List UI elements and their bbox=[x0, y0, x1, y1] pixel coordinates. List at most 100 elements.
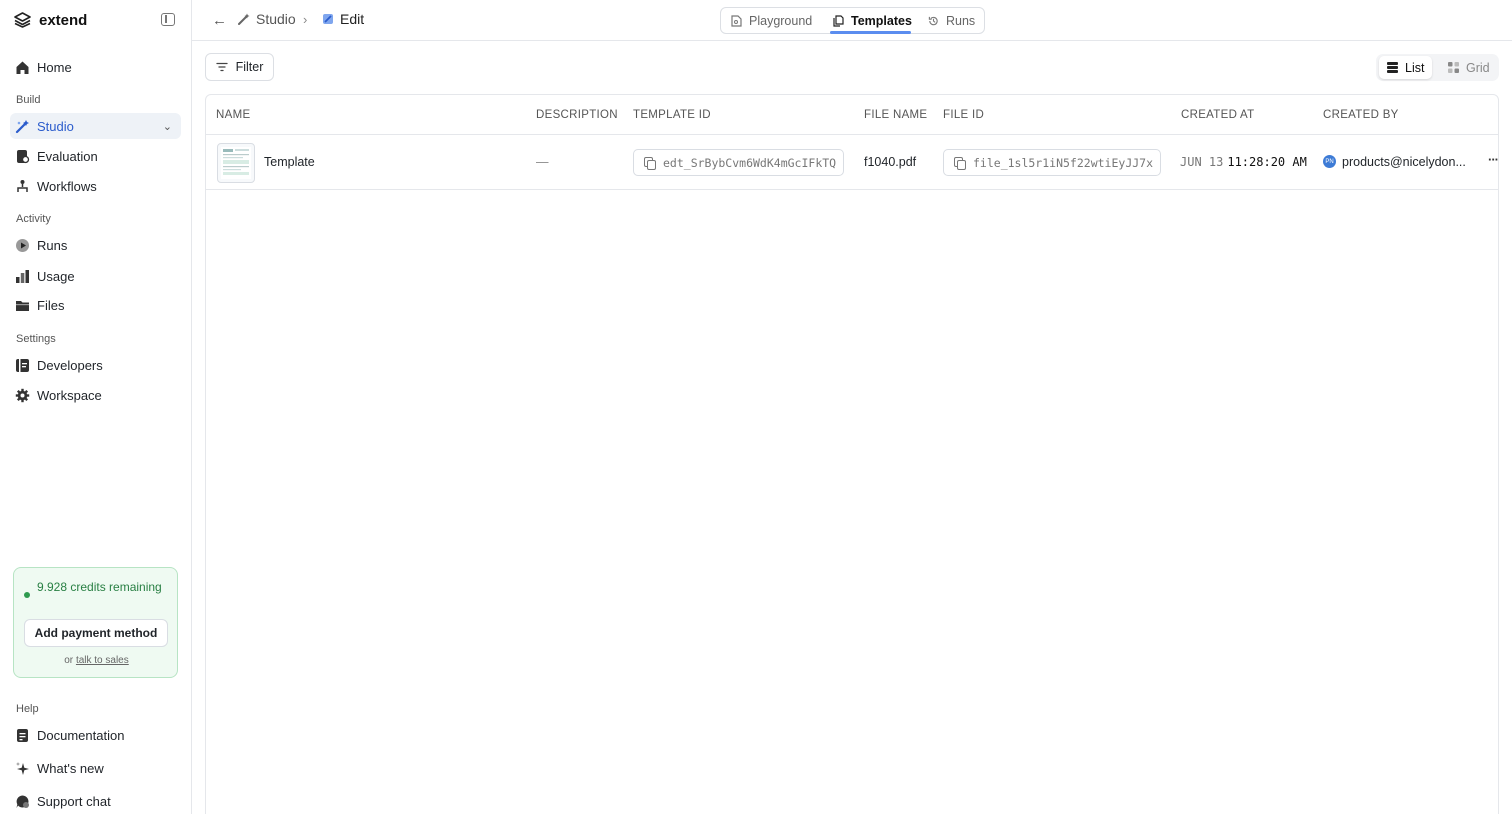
sidebar-item-runs[interactable]: Runs bbox=[10, 232, 181, 258]
created-time: 11:28:20 AM bbox=[1227, 155, 1307, 169]
sidebar-item-evaluation[interactable]: Evaluation bbox=[10, 143, 181, 169]
sidebar-item-documentation[interactable]: Documentation bbox=[10, 722, 181, 748]
column-header-name[interactable]: NAME bbox=[216, 109, 250, 121]
tab-label: Playground bbox=[749, 13, 813, 28]
sidebar-item-whats-new[interactable]: What's new bbox=[10, 755, 181, 781]
sidebar-item-label: Workflows bbox=[37, 178, 97, 194]
table-row[interactable]: Template — edt_SrBybCvm6WdK4mGcIFkTQ f10… bbox=[206, 135, 1498, 190]
sidebar-item-home[interactable]: Home bbox=[10, 54, 181, 80]
history-icon bbox=[928, 16, 938, 25]
grid-icon bbox=[1448, 62, 1459, 73]
runs-play-icon bbox=[16, 238, 29, 252]
documentation-icon bbox=[17, 728, 28, 742]
tab-runs[interactable]: Runs bbox=[928, 8, 975, 33]
sidebar-item-workspace[interactable]: Workspace bbox=[10, 382, 181, 408]
column-header-created-at[interactable]: CREATED AT bbox=[1181, 109, 1255, 121]
collapse-sidebar-icon[interactable] bbox=[161, 13, 175, 26]
add-payment-method-button[interactable]: Add payment method bbox=[24, 619, 168, 647]
sidebar-item-label: Evaluation bbox=[37, 148, 98, 164]
credits-remaining-text: 9.928 credits remaining bbox=[37, 580, 162, 594]
sidebar-item-label: Runs bbox=[37, 237, 68, 253]
section-activity: Activity bbox=[16, 213, 51, 225]
breadcrumb-edit[interactable]: Edit bbox=[322, 11, 364, 27]
file-name: f1040.pdf bbox=[864, 155, 917, 169]
top-bar: ← Studio › Edit Playground Templates Run… bbox=[192, 0, 1512, 41]
tab-templates[interactable]: Templates bbox=[833, 8, 912, 33]
sidebar-item-label: Support chat bbox=[37, 793, 111, 809]
sparkle-icon bbox=[16, 761, 29, 775]
templates-files-icon bbox=[833, 14, 844, 27]
sidebar-item-label: Studio bbox=[37, 118, 74, 134]
copy-icon bbox=[954, 156, 966, 170]
files-folder-icon bbox=[16, 300, 29, 311]
talk-to-sales-line: or talk to sales bbox=[14, 655, 179, 666]
extend-logo-icon bbox=[14, 12, 31, 28]
studio-wand-icon bbox=[238, 13, 250, 25]
filter-button[interactable]: Filter bbox=[205, 53, 274, 81]
section-settings: Settings bbox=[16, 333, 56, 345]
column-header-description[interactable]: DESCRIPTION bbox=[536, 109, 618, 121]
brand-logo[interactable]: extend bbox=[14, 11, 87, 29]
breadcrumb-studio[interactable]: Studio bbox=[238, 11, 296, 27]
tab-label: Templates bbox=[851, 13, 912, 28]
sidebar-item-label: Usage bbox=[37, 268, 75, 284]
credits-status-dot bbox=[24, 592, 30, 598]
sidebar-item-label: Home bbox=[37, 59, 72, 75]
sidebar-item-studio[interactable]: Studio ⌄ bbox=[10, 113, 181, 139]
templates-table: NAME DESCRIPTION TEMPLATE ID FILE NAME F… bbox=[205, 94, 1499, 814]
view-list-button[interactable]: List bbox=[1379, 56, 1433, 79]
sidebar-item-files[interactable]: Files bbox=[10, 292, 181, 318]
view-grid-button[interactable]: Grid bbox=[1440, 56, 1498, 79]
column-header-template-id[interactable]: TEMPLATE ID bbox=[633, 109, 711, 121]
view-tabs: Playground Templates Runs bbox=[720, 7, 985, 34]
template-name[interactable]: Template bbox=[264, 155, 315, 169]
sidebar-item-label: Documentation bbox=[37, 727, 125, 743]
filter-label: Filter bbox=[235, 60, 264, 74]
file-id-value: file_1sl5r1iN5f22wtiEyJJ7x bbox=[973, 155, 1154, 170]
chat-bubble-icon bbox=[16, 795, 29, 808]
edit-pencil-icon bbox=[323, 14, 333, 24]
sidebar-item-label: Files bbox=[37, 297, 65, 313]
view-toggle: List Grid bbox=[1376, 54, 1499, 81]
template-id-copy-chip[interactable]: edt_SrBybCvm6WdK4mGcIFkTQ bbox=[633, 149, 844, 176]
sidebar-item-label: What's new bbox=[37, 760, 104, 776]
breadcrumb-chevron-right-icon: › bbox=[303, 12, 308, 27]
brand-name: extend bbox=[39, 11, 88, 29]
evaluation-icon bbox=[17, 149, 30, 163]
column-header-file-name[interactable]: FILE NAME bbox=[864, 109, 927, 121]
home-icon bbox=[16, 61, 29, 74]
tab-playground[interactable]: Playground bbox=[731, 8, 812, 33]
view-grid-label: Grid bbox=[1466, 60, 1490, 75]
sidebar-item-label: Workspace bbox=[37, 387, 102, 403]
column-header-created-by[interactable]: CREATED BY bbox=[1323, 109, 1399, 121]
sidebar: extend Home Build Studio ⌄ Evaluation Wo… bbox=[0, 0, 192, 814]
talk-to-sales-prefix: or bbox=[64, 655, 74, 666]
playground-file-icon bbox=[731, 14, 742, 27]
tab-label: Runs bbox=[946, 13, 976, 28]
column-header-file-id[interactable]: FILE ID bbox=[943, 109, 984, 121]
view-list-label: List bbox=[1405, 60, 1425, 75]
sidebar-item-support-chat[interactable]: Support chat bbox=[10, 788, 181, 814]
sidebar-item-developers[interactable]: Developers bbox=[10, 352, 181, 378]
more-options-icon[interactable]: ··· bbox=[1488, 152, 1498, 167]
back-arrow-icon[interactable]: ← bbox=[212, 12, 227, 29]
gear-icon bbox=[15, 388, 30, 402]
sidebar-item-usage[interactable]: Usage bbox=[10, 263, 181, 289]
filter-lines-icon bbox=[215, 62, 228, 72]
breadcrumb-label: Edit bbox=[340, 11, 365, 27]
template-id-value: edt_SrBybCvm6WdK4mGcIFkTQ bbox=[663, 155, 837, 170]
file-id-copy-chip[interactable]: file_1sl5r1iN5f22wtiEyJJ7x bbox=[943, 149, 1161, 176]
avatar: PN bbox=[1323, 155, 1336, 168]
template-description: — bbox=[536, 155, 549, 169]
list-icon bbox=[1387, 62, 1398, 73]
sidebar-item-workflows[interactable]: Workflows bbox=[10, 173, 181, 199]
breadcrumb-label: Studio bbox=[256, 11, 296, 27]
table-header: NAME DESCRIPTION TEMPLATE ID FILE NAME F… bbox=[206, 95, 1498, 135]
document-thumbnail bbox=[217, 143, 255, 183]
usage-chart-icon bbox=[16, 269, 29, 283]
studio-wand-icon bbox=[15, 119, 29, 133]
created-by-email: products@nicelydon... bbox=[1342, 155, 1466, 169]
talk-to-sales-link[interactable]: talk to sales bbox=[76, 655, 129, 666]
chevron-down-icon[interactable]: ⌄ bbox=[163, 120, 172, 133]
credits-card: 9.928 credits remaining Add payment meth… bbox=[13, 567, 178, 678]
